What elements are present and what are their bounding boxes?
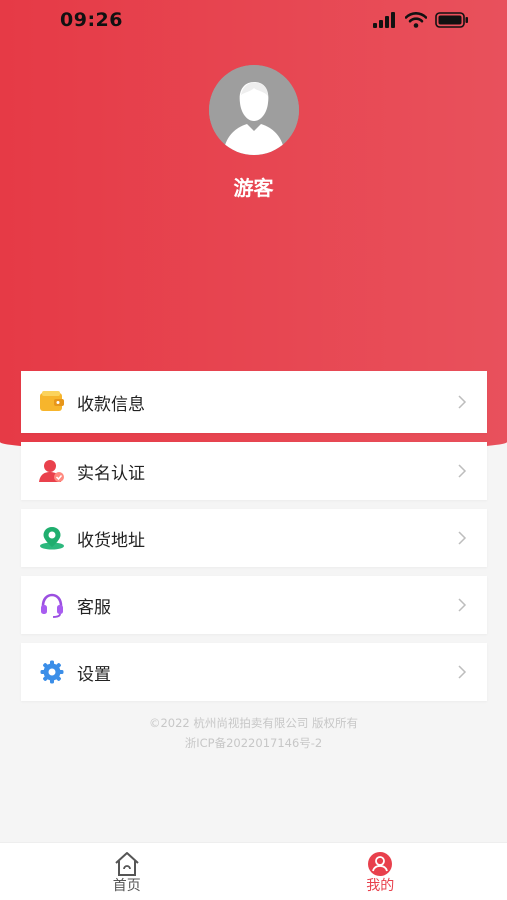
wallet-icon (39, 389, 65, 415)
menu-item-label: 设置 (77, 664, 111, 685)
footer-copyright: ©2022 杭州尚视拍卖有限公司 版权所有 浙ICP备2022017146号-2 (0, 713, 507, 753)
chevron-right-icon (458, 464, 467, 478)
chevron-right-icon (458, 598, 467, 612)
avatar[interactable] (209, 65, 299, 155)
status-icons (373, 12, 469, 28)
menu-item-label: 客服 (77, 597, 111, 618)
tab-mine-label: 我的 (366, 877, 395, 894)
menu-item-payment-info[interactable]: 收款信息 (21, 371, 487, 433)
tab-home-label: 首页 (112, 877, 141, 894)
home-icon (115, 851, 139, 876)
chevron-right-icon (458, 395, 467, 409)
menu-item-real-name-verification[interactable]: 实名认证 (21, 442, 487, 500)
gear-icon (39, 659, 65, 685)
chevron-right-icon (458, 531, 467, 545)
default-avatar-icon (209, 65, 299, 155)
bottom-tab-bar: 首页 我的 (0, 842, 507, 900)
profile-icon (368, 851, 393, 876)
menu-list: 收款信息 实名认证 收货地址 客服 设置 (21, 371, 487, 710)
menu-item-label: 实名认证 (77, 463, 145, 484)
tab-mine[interactable]: 我的 (254, 843, 507, 900)
menu-item-label: 收款信息 (77, 394, 145, 415)
icp-text[interactable]: 浙ICP备2022017146号-2 (0, 733, 507, 753)
battery-icon (435, 12, 468, 28)
tab-home[interactable]: 首页 (0, 843, 254, 900)
menu-item-settings[interactable]: 设置 (21, 643, 487, 701)
menu-item-label: 收货地址 (77, 530, 145, 551)
menu-item-shipping-address[interactable]: 收货地址 (21, 509, 487, 567)
status-time: 09:26 (60, 9, 123, 31)
status-bar: 09:26 (0, 0, 507, 40)
headset-icon (39, 592, 65, 618)
wifi-icon (405, 12, 427, 28)
username: 游客 (233, 176, 274, 200)
menu-item-customer-service[interactable]: 客服 (21, 576, 487, 634)
chevron-right-icon (458, 665, 467, 679)
copyright-text: ©2022 杭州尚视拍卖有限公司 版权所有 (148, 716, 359, 730)
user-verify-icon (39, 458, 65, 484)
signal-icon (373, 12, 395, 28)
location-pin-icon (39, 525, 65, 551)
